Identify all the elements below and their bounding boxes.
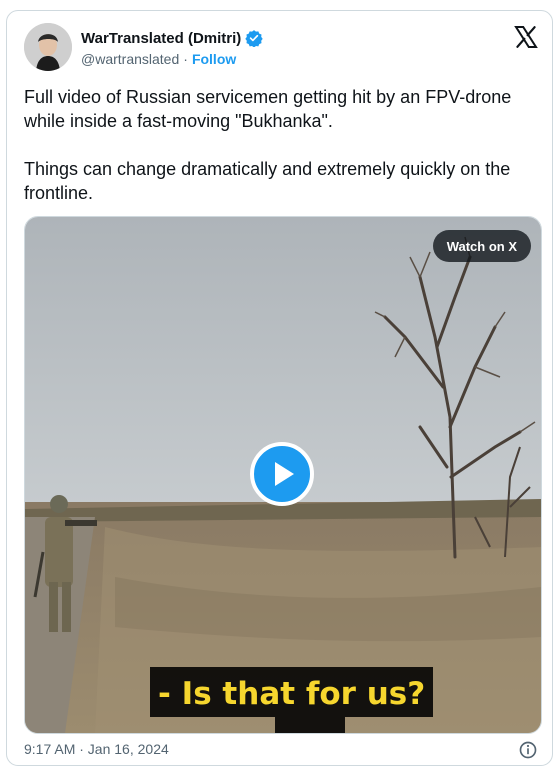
video-subtitle: - Is that for us?: [150, 667, 434, 717]
x-logo-icon[interactable]: [514, 25, 538, 49]
separator-dot: ·: [183, 51, 188, 67]
tweet-card[interactable]: WarTranslated (Dmitri) @wartranslated · …: [6, 10, 553, 766]
follow-button[interactable]: Follow: [192, 51, 236, 67]
tweet-text: Full video of Russian servicemen getting…: [24, 85, 534, 205]
video-subtitle-cutoff: [275, 717, 345, 733]
author-row: WarTranslated (Dmitri): [81, 29, 264, 47]
tweet-timestamp-row: 9:17 AM · Jan 16, 2024: [24, 741, 169, 757]
play-button[interactable]: [250, 442, 314, 506]
tweet-paragraph: Full video of Russian servicemen getting…: [24, 87, 512, 131]
info-icon[interactable]: [518, 740, 538, 760]
avatar-image: [24, 23, 72, 71]
author-name[interactable]: WarTranslated (Dmitri): [81, 30, 241, 47]
author-handle[interactable]: @wartranslated: [81, 51, 179, 67]
play-icon: [275, 462, 294, 486]
video-player[interactable]: Watch on X - Is that for us?: [24, 216, 542, 734]
handle-row: @wartranslated · Follow: [81, 51, 236, 67]
tweet-timestamp[interactable]: 9:17 AM · Jan 16, 2024: [24, 741, 169, 757]
watch-on-x-button[interactable]: Watch on X: [432, 230, 531, 262]
tweet-paragraph: Things can change dramatically and extre…: [24, 159, 511, 203]
verified-badge-icon: [245, 30, 264, 47]
avatar[interactable]: [24, 23, 72, 71]
